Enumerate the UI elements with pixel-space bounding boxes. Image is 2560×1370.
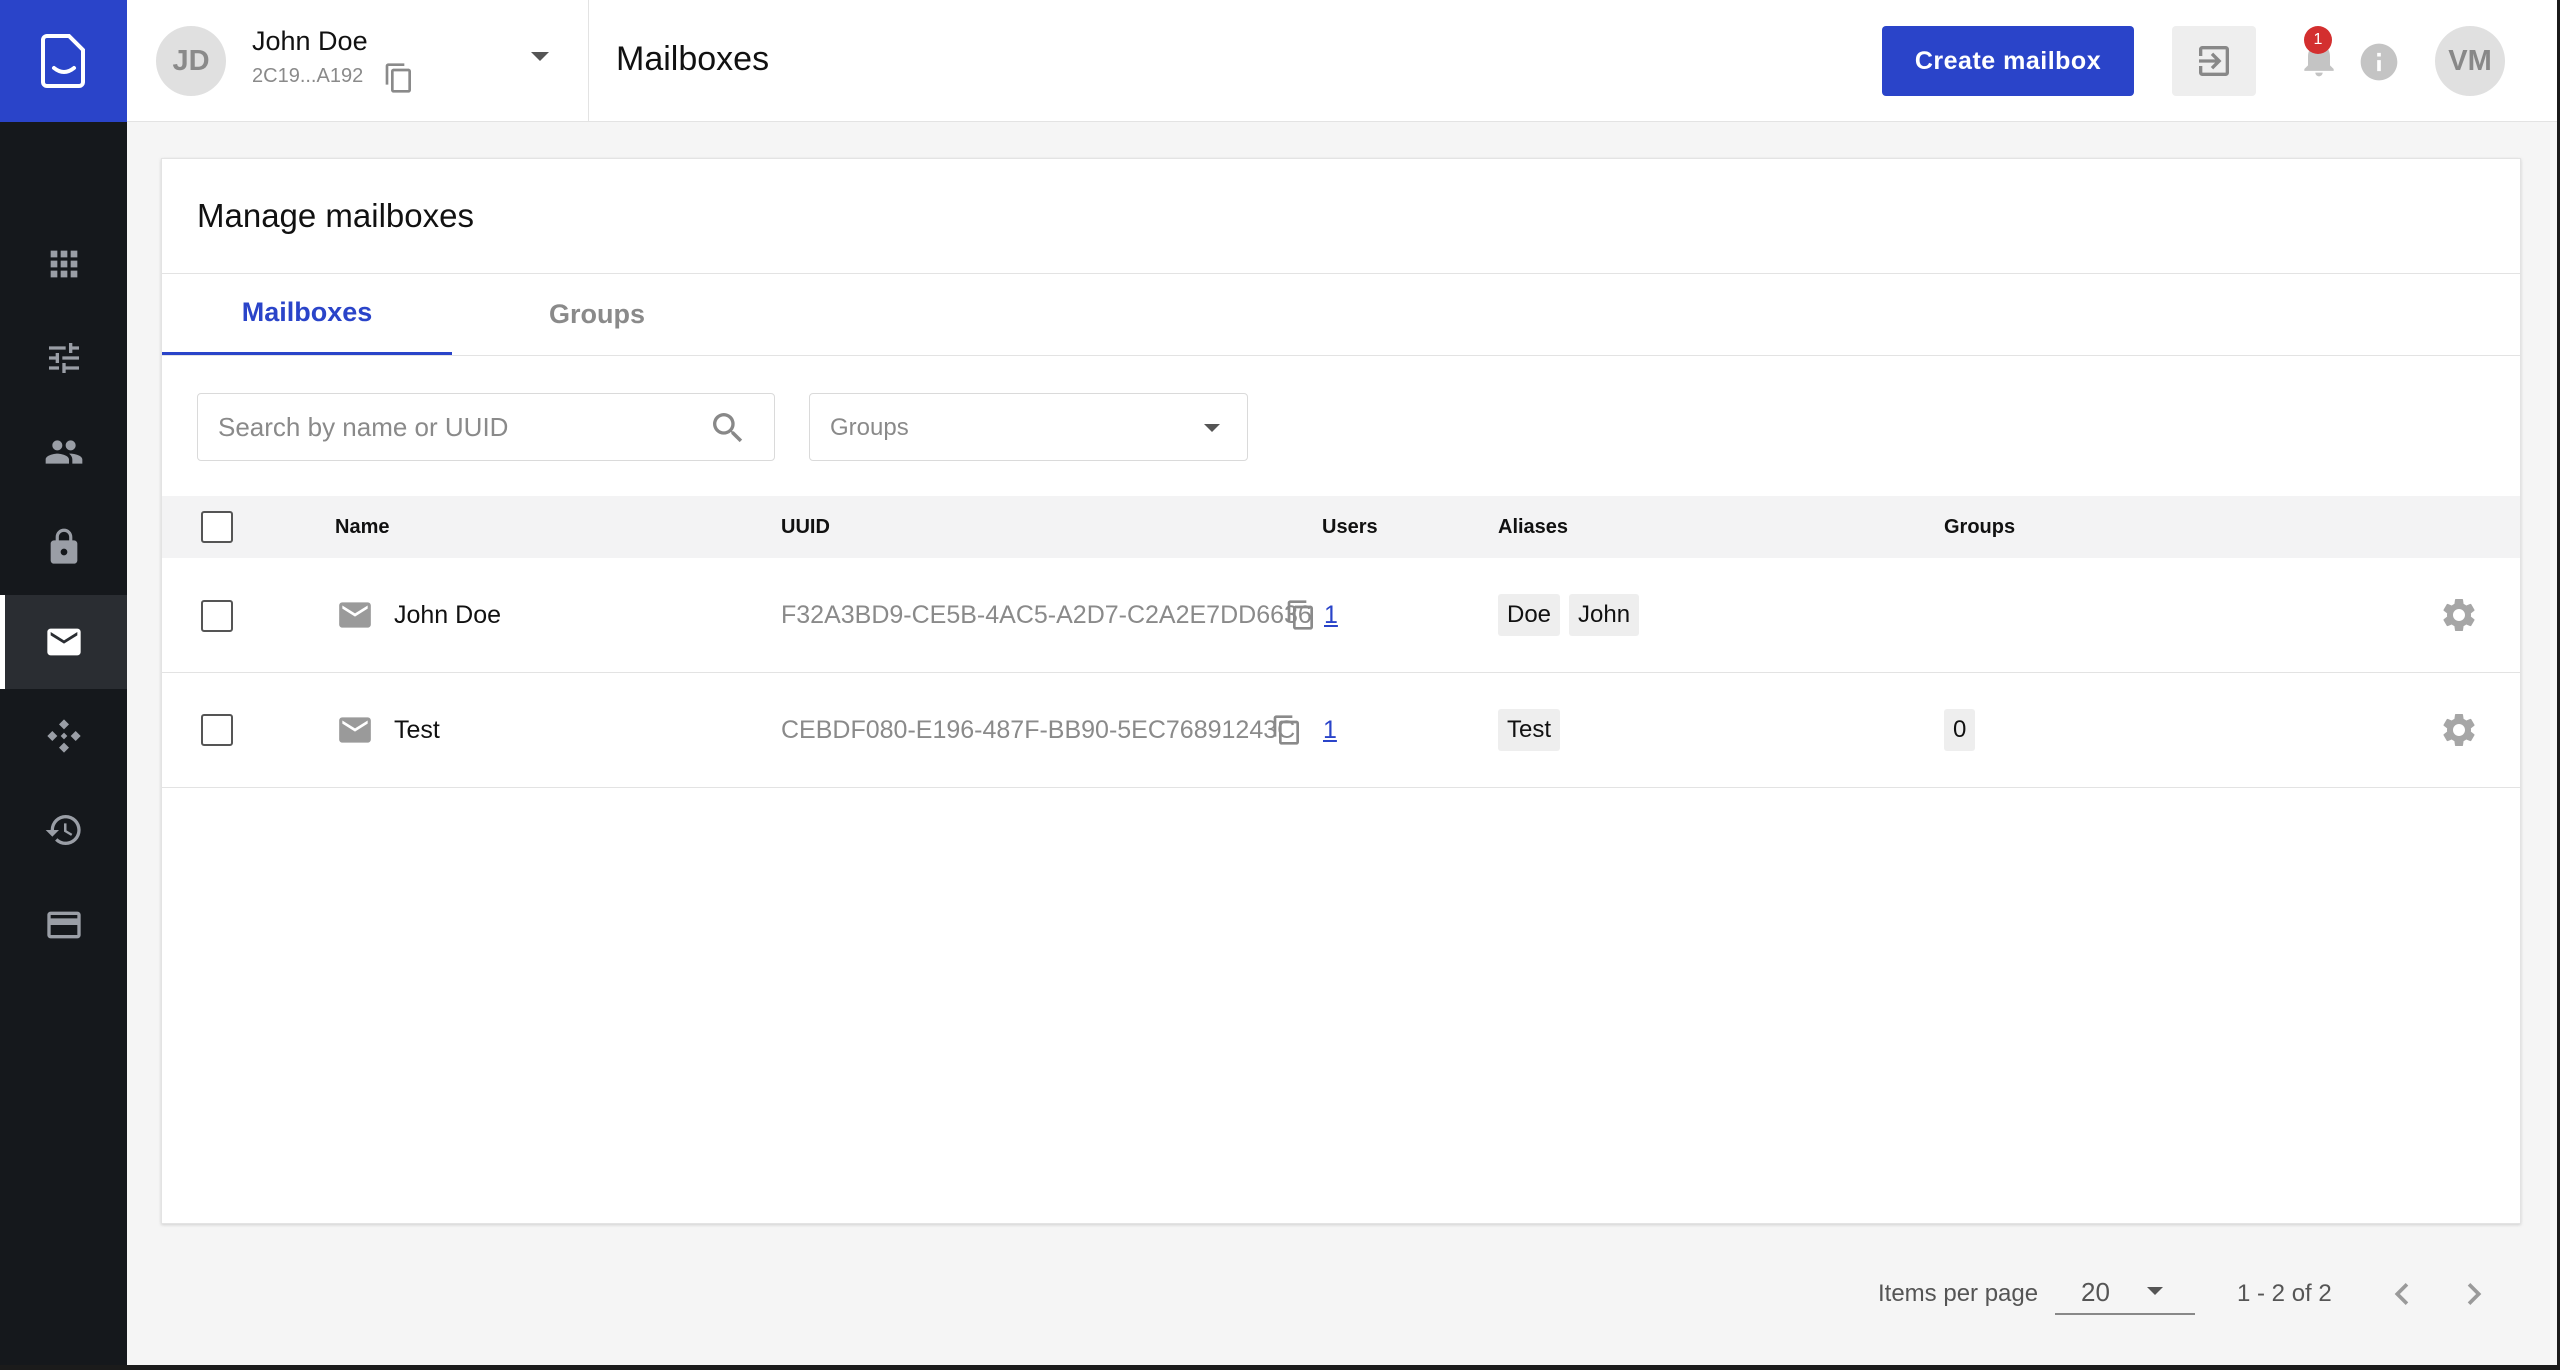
sidebar-item-integrations[interactable] [0,689,127,783]
account-name: John Doe [252,26,368,56]
mailbox-settings-button[interactable] [2439,558,2479,672]
info-button[interactable] [2357,40,2401,84]
sidebar-item-dashboard[interactable] [0,217,127,311]
mail-icon [46,628,81,656]
mailbox-uuid: CEBDF080-E196-487F-BB90-5EC76891243C [781,715,1296,744]
select-all-checkbox[interactable] [201,511,233,543]
mail-icon [336,558,374,672]
chevron-down-icon [2147,1287,2163,1295]
column-header-groups[interactable]: Groups [1944,496,2015,558]
mailbox-uuid: F32A3BD9-CE5B-4AC5-A2D7-C2A2E7DD6636 [781,600,1312,629]
mailbox-name: John Doe [394,600,502,629]
copy-uuid-button[interactable] [1271,673,1303,787]
history-icon [45,815,81,845]
tab-mailboxes[interactable]: Mailboxes [162,273,452,355]
mail-icon [336,673,374,787]
sidebar [0,0,127,1370]
search-input[interactable] [218,394,698,460]
notification-badge: 1 [2304,26,2332,54]
users-count-link[interactable]: 1 [1324,558,1338,672]
sidebar-item-billing[interactable] [0,878,127,972]
column-header-uuid[interactable]: UUID [781,496,830,558]
top-header: JD John Doe 2C19...A192 Mailboxes Create… [127,0,2557,122]
user-avatar[interactable]: VM [2435,26,2505,96]
gear-icon [2443,599,2475,631]
chevron-down-icon [1204,424,1220,432]
copy-uuid-button[interactable] [1285,558,1317,672]
copy-account-id-button[interactable] [383,62,415,94]
groups-cell: 0 [1944,673,1984,787]
window-edge [0,1365,2560,1370]
aliases-cell: Test [1498,673,1569,787]
search-icon[interactable] [708,408,748,448]
account-switcher[interactable]: JD John Doe 2C19...A192 [127,0,589,122]
items-per-page-select[interactable]: 20 [2055,1265,2195,1315]
account-id: 2C19...A192 [252,65,364,87]
lock-icon [50,528,77,564]
gear-icon [2443,714,2475,746]
search-box [197,393,775,461]
account-avatar: JD [156,26,226,96]
groups-count-chip: 0 [1944,709,1976,751]
sidebar-item-history[interactable] [0,783,127,877]
sidebar-item-users[interactable] [0,405,127,499]
pagination-range: 1 - 2 of 2 [2237,1280,2332,1307]
row-checkbox[interactable] [201,600,233,632]
column-header-users[interactable]: Users [1322,496,1378,558]
row-checkbox[interactable] [201,714,233,746]
document-logo-icon [40,34,85,88]
chevron-right-icon [2467,1283,2482,1305]
card-title: Manage mailboxes [197,197,474,234]
chevron-down-icon[interactable] [531,52,549,61]
groups-filter-placeholder: Groups [830,414,909,441]
manage-mailboxes-card: Manage mailboxes Mailboxes Groups Groups… [161,158,2521,1224]
tune-sliders-icon [48,343,79,373]
people-icon [45,440,82,464]
alias-chip: Doe [1498,594,1561,636]
alias-chip: John [1569,594,1640,636]
alias-chip: Test [1498,709,1561,751]
table-header: Name UUID Users Aliases Groups [162,496,2520,558]
exit-to-app-icon [2199,46,2229,76]
page-title: Mailboxes [616,40,770,78]
exit-button[interactable] [2172,26,2256,96]
diamond-network-icon [46,719,81,753]
items-per-page-value: 20 [2081,1277,2110,1307]
column-header-aliases[interactable]: Aliases [1498,496,1568,558]
copy-icon [1287,600,1313,630]
create-mailbox-button[interactable]: Create mailbox [1882,26,2134,96]
next-page-button[interactable] [2452,1272,2496,1316]
app-logo[interactable] [0,0,127,122]
previous-page-button[interactable] [2380,1272,2424,1316]
tab-groups[interactable]: Groups [452,273,742,355]
credit-card-icon [46,911,81,939]
items-per-page-label: Items per page [1878,1280,2039,1307]
groups-filter-select[interactable]: Groups [809,393,1248,461]
column-header-name[interactable]: Name [335,496,389,558]
sidebar-item-security[interactable] [0,500,127,594]
aliases-cell: Doe John [1498,558,1648,672]
copy-icon [385,63,411,93]
chevron-left-icon [2394,1283,2409,1305]
info-icon [2360,43,2398,81]
users-count-link[interactable]: 1 [1323,673,1337,787]
divider [162,355,2520,356]
table-row[interactable]: Test CEBDF080-E196-487F-BB90-5EC76891243… [162,673,2520,788]
sidebar-item-settings[interactable] [0,311,127,405]
mailbox-name: Test [394,715,440,744]
sidebar-item-mailboxes[interactable] [0,595,127,689]
mailbox-settings-button[interactable] [2439,673,2479,787]
copy-icon [1273,715,1299,745]
table-row[interactable]: John Doe F32A3BD9-CE5B-4AC5-A2D7-C2A2E7D… [162,558,2520,673]
apps-grid-icon [50,250,77,278]
